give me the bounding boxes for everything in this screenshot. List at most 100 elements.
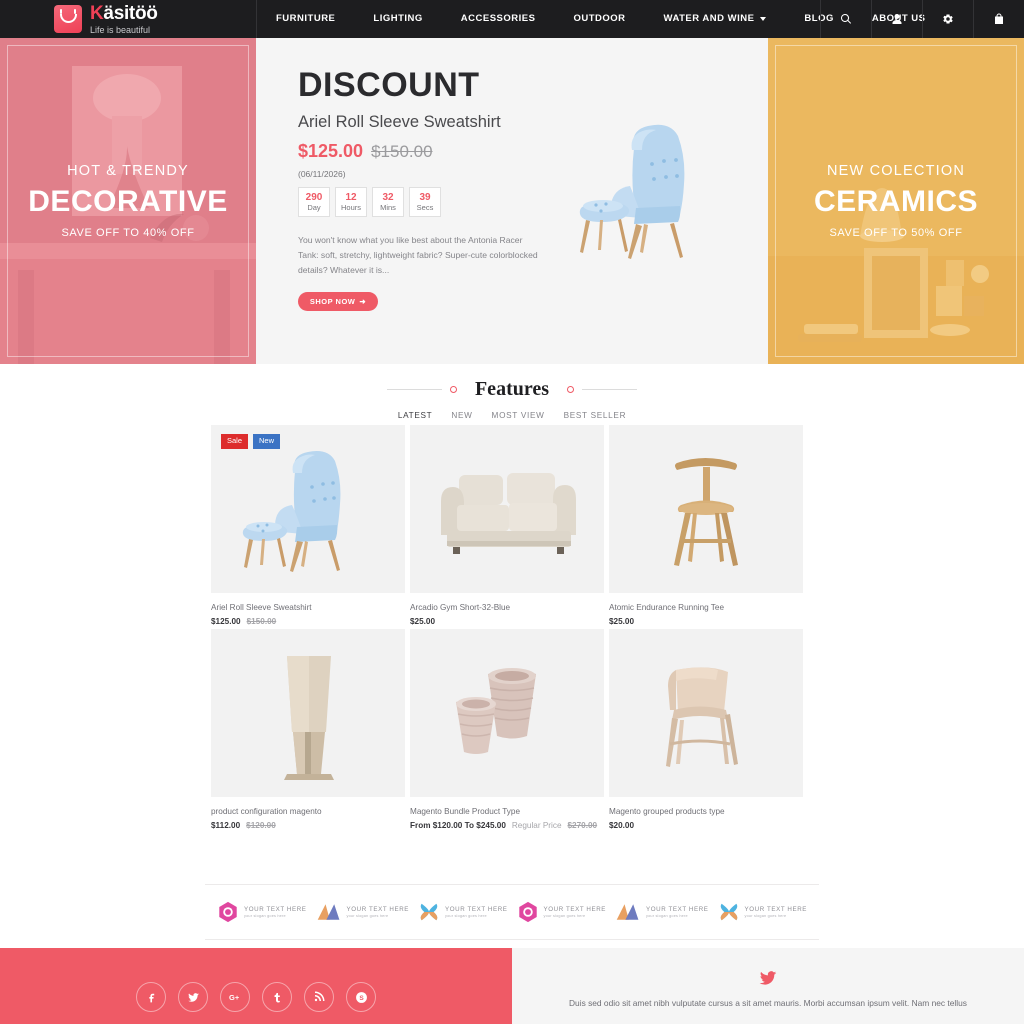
tweet-text: Duis sed odio sit amet nibh vulputate cu…	[569, 998, 967, 1008]
product-name: Magento Bundle Product Type	[410, 807, 520, 816]
beige-floor-lamp-image	[284, 656, 334, 780]
logo-name: Käsitöö	[90, 2, 158, 24]
arrow-right-icon: ➜	[359, 297, 367, 307]
product-card[interactable]: Sale New Ariel Roll Sleeve Sweatshirt $1…	[211, 425, 405, 626]
nav-item-outdoor[interactable]: OUTDOOR	[554, 0, 644, 38]
brand-logo-item[interactable]: YOUR TEXT HERE your slogan goes here	[316, 902, 410, 922]
countdown-days: 290 Day	[298, 187, 330, 217]
product-image[interactable]	[609, 629, 803, 797]
product-image[interactable]	[609, 425, 803, 593]
brand-logo-item[interactable]: YOUR TEXT HERE your slogan goes here	[418, 901, 508, 923]
product-card[interactable]: Magento grouped products type $20.00	[609, 629, 803, 830]
tab-best-seller[interactable]: BEST SELLER	[564, 411, 627, 420]
product-price: From $120.00 To $245.00 Regular Price $270…	[410, 821, 598, 830]
brand-slogan: your slogan goes here	[543, 913, 586, 918]
cross-logo-icon	[420, 903, 438, 921]
twitter-icon[interactable]	[178, 982, 208, 1012]
promo-banner-decorative[interactable]: HOT & TRENDY DECORATIVE SAVE OFF TO 40% …	[0, 38, 256, 364]
product-name: Arcadio Gym Short-32-Blue	[410, 603, 511, 612]
product-card[interactable]: Atomic Endurance Running Tee $25.00	[609, 425, 803, 626]
rss-icon[interactable]	[304, 982, 334, 1012]
product-card[interactable]: Magento Bundle Product Type From $120.00…	[410, 629, 604, 830]
arrow-logo-icon	[317, 904, 339, 920]
twitter-bird-icon	[759, 971, 777, 985]
brand-title: YOUR TEXT HERE	[744, 905, 807, 913]
badge-new: New	[253, 434, 281, 449]
product-card[interactable]: Arcadio Gym Short-32-Blue $25.00	[410, 425, 604, 626]
tab-new[interactable]: NEW	[451, 411, 472, 420]
search-icon[interactable]	[820, 0, 871, 38]
product-price: $25.00	[410, 617, 436, 626]
brand-logo-item[interactable]: YOUR TEXT HERE your slogan goes here	[615, 902, 709, 922]
svg-text:G+: G+	[229, 993, 240, 1002]
promo-left-title: DECORATIVE	[28, 185, 228, 218]
promo-left-eyebrow: HOT & TRENDY	[67, 163, 189, 179]
logo[interactable]: Käsitöö Life is beautiful	[0, 4, 256, 35]
promo-right-title: CERAMICS	[813, 185, 978, 218]
brand-logos-carousel: YOUR TEXT HERE your slogan goes here YOU…	[205, 884, 819, 940]
product-image[interactable]	[410, 629, 604, 797]
blue-armchair-ottoman-image	[242, 451, 341, 572]
product-image[interactable]	[211, 629, 405, 797]
promo-right-subtitle: SAVE OFF TO 50% OFF	[829, 227, 963, 239]
promo-left-subtitle: SAVE OFF TO 40% OFF	[61, 227, 195, 239]
brand-title: YOUR TEXT HERE	[445, 905, 508, 913]
brand-logo-item[interactable]: YOUR TEXT HERE your slogan goes here	[517, 901, 607, 923]
user-icon[interactable]	[871, 0, 922, 38]
page-root: Käsitöö Life is beautiful FURNITURE LIGH…	[0, 0, 1024, 1024]
product-price: $125.00 $150.00	[211, 617, 277, 626]
smiley-bag-icon	[54, 5, 82, 33]
hero-description: You won't know what you like best about …	[298, 235, 538, 276]
brand-logo-item[interactable]: YOUR TEXT HERE your slogan goes here	[217, 901, 307, 923]
chevron-down-icon	[760, 17, 767, 21]
facebook-icon[interactable]	[136, 982, 166, 1012]
product-name: Atomic Endurance Running Tee	[609, 603, 724, 612]
cart-icon[interactable]	[973, 0, 1024, 38]
decor-circle-left	[449, 386, 457, 393]
brand-logo-item[interactable]: YOUR TEXT HERE your slogan goes here	[718, 901, 808, 923]
logo-tagline: Life is beautiful	[90, 24, 151, 35]
countdown-hours: 12 Hours	[335, 187, 367, 217]
product-image[interactable]	[410, 425, 604, 593]
product-price: $25.00	[609, 617, 635, 626]
tab-most-view[interactable]: MOST VIEW	[492, 411, 545, 420]
product-price: $112.00 $120.00	[211, 821, 276, 830]
product-grid: Sale New Ariel Roll Sleeve Sweatshirt $1…	[211, 425, 803, 830]
promo-banner-ceramics[interactable]: NEW COLECTION CERAMICS SAVE OFF TO 50% O…	[768, 38, 1024, 364]
countdown-mins: 32 Mins	[372, 187, 404, 217]
site-header: Käsitöö Life is beautiful FURNITURE LIGH…	[0, 0, 1024, 38]
features-title: Features	[474, 378, 550, 400]
product-image[interactable]: Sale New	[211, 425, 405, 593]
leather-lounge-chair-image	[666, 667, 738, 767]
divider-right	[582, 389, 638, 390]
brand-slogan: your slogan goes here	[744, 913, 787, 918]
ceramic-planters-image	[456, 668, 536, 754]
nav-item-furniture[interactable]: FURNITURE	[257, 0, 354, 38]
hero-price-original: $150.00	[371, 142, 433, 161]
google-plus-icon[interactable]: G+	[220, 982, 250, 1012]
product-name: Magento grouped products type	[609, 807, 725, 816]
product-card[interactable]: product configuration magento $112.00 $12…	[211, 629, 405, 830]
nav-item-lighting[interactable]: LIGHTING	[354, 0, 441, 38]
product-price: $20.00	[609, 821, 635, 830]
brand-title: YOUR TEXT HERE	[543, 905, 606, 913]
skype-icon[interactable]: S	[346, 982, 376, 1012]
product-name: product configuration magento	[211, 807, 322, 816]
shop-now-button[interactable]: SHOP NOW ➜	[298, 292, 378, 312]
arrow-logo-icon	[616, 904, 639, 920]
nav-item-water-and-wine[interactable]: WATER AND WINE	[645, 0, 786, 38]
cream-sofa-image	[441, 473, 576, 554]
brand-slogan: your slogan goes here	[346, 913, 389, 918]
nav-item-accessories[interactable]: ACCESSORIES	[442, 0, 555, 38]
site-footer: G+ S Duis sed odio sit amet nibh vulputa…	[0, 948, 1024, 1024]
twitter-feed: Duis sed odio sit amet nibh vulputate cu…	[512, 948, 1024, 1024]
hexagon-logo-icon	[518, 901, 537, 923]
brand-slogan: your slogan goes here	[445, 913, 487, 918]
badge-sale: Sale	[221, 434, 249, 449]
hexagon-logo-icon	[219, 901, 237, 923]
hero-price-current: $125.00	[298, 141, 364, 161]
tumblr-icon[interactable]	[262, 982, 292, 1012]
gear-icon[interactable]	[922, 0, 973, 38]
tab-latest[interactable]: LATEST	[398, 411, 433, 420]
countdown-secs: 39 Secs	[409, 187, 441, 217]
